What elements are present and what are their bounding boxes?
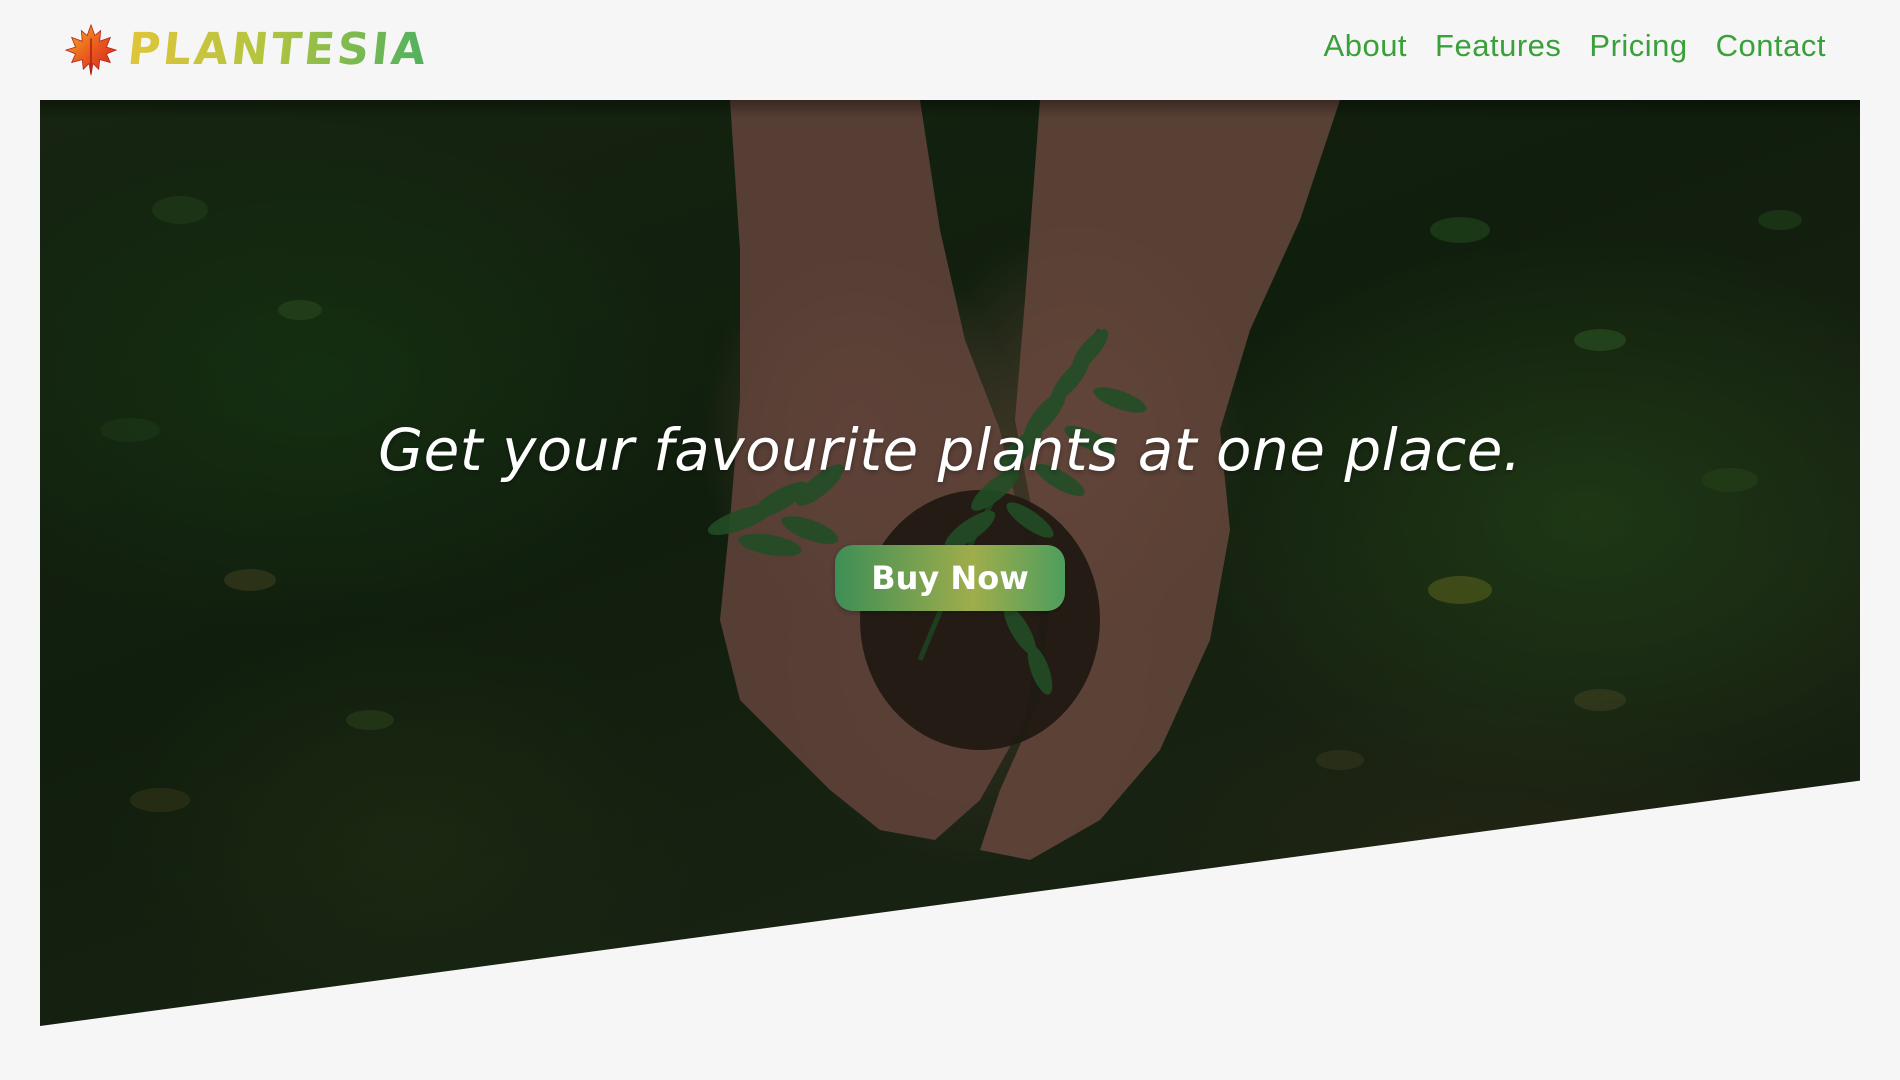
hero-headline: Get your favourite plants at one place. xyxy=(378,416,1522,484)
nav-link-pricing[interactable]: Pricing xyxy=(1589,28,1687,64)
nav-link-contact[interactable]: Contact xyxy=(1716,28,1826,64)
buy-now-button[interactable]: Buy Now xyxy=(835,545,1065,611)
brand-logo-link[interactable]: PLANTESIA xyxy=(62,20,432,80)
nav-link-features[interactable]: Features xyxy=(1435,28,1561,64)
brand-name: PLANTESIA xyxy=(125,24,432,75)
site-header: PLANTESIA About Features Pricing Contact xyxy=(0,0,1900,100)
main-nav: About Features Pricing Contact xyxy=(1324,28,1826,64)
hero-top-shadow xyxy=(40,100,1860,118)
hero-section: Get your favourite plants at one place. … xyxy=(40,100,1860,1026)
landing-page: PLANTESIA About Features Pricing Contact xyxy=(0,0,1900,1080)
nav-link-about[interactable]: About xyxy=(1324,28,1408,64)
maple-leaf-icon xyxy=(64,23,118,76)
